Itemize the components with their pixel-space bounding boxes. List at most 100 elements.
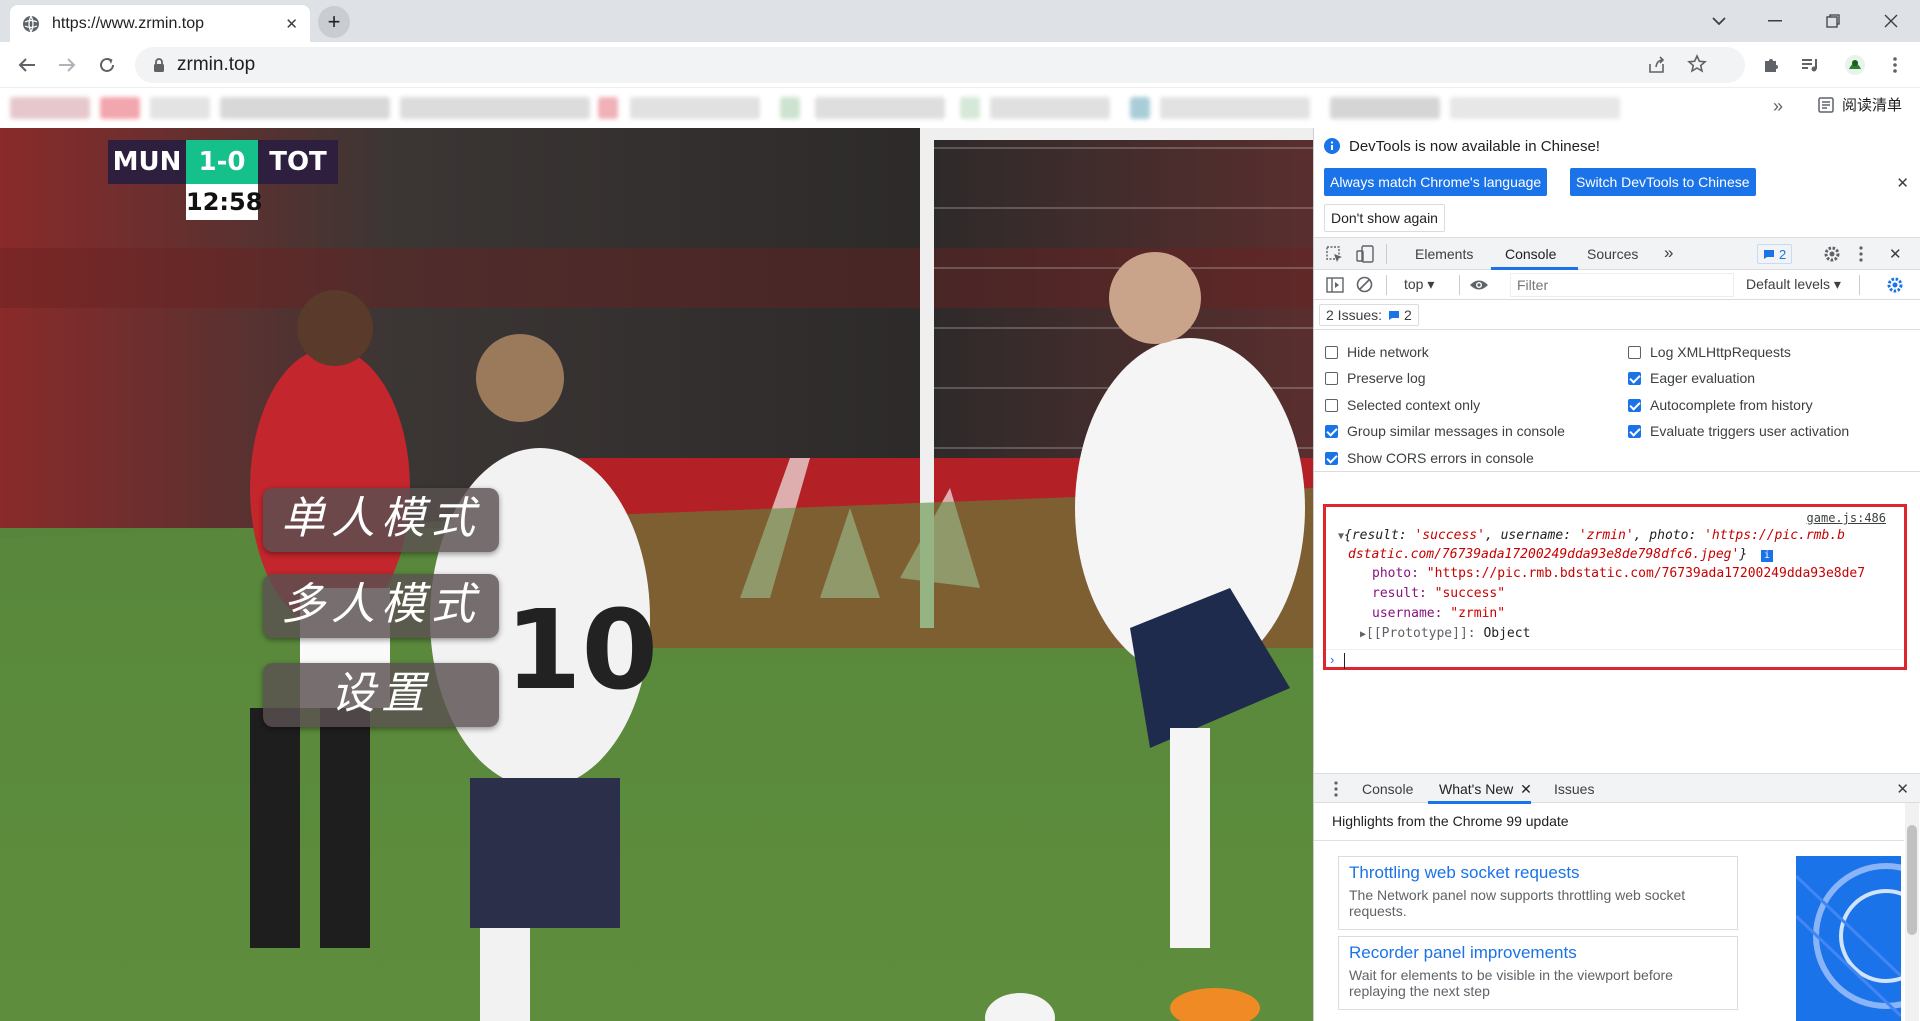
card-title[interactable]: Recorder panel improvements — [1349, 943, 1727, 963]
evaluate-triggers-checkbox[interactable]: Evaluate triggers user activation — [1628, 423, 1849, 439]
checkbox-box[interactable] — [1628, 345, 1641, 359]
card-title[interactable]: Throttling web socket requests — [1349, 863, 1727, 883]
close-window-icon[interactable] — [1874, 6, 1908, 36]
log-xhr-checkbox[interactable]: Log XMLHttpRequests — [1628, 344, 1791, 360]
single-player-button[interactable]: 单人模式 — [263, 488, 499, 552]
live-expression-eye-icon[interactable] — [1469, 278, 1489, 292]
browser-tab[interactable]: https://www.zrmin.top ✕ — [10, 5, 310, 42]
bookmark-item[interactable] — [1160, 97, 1310, 119]
more-tabs-button[interactable]: » — [1664, 243, 1673, 263]
always-match-language-button[interactable]: Always match Chrome's language — [1324, 168, 1548, 196]
switch-to-chinese-button[interactable]: Switch DevTools to Chinese — [1570, 168, 1756, 196]
clear-console-icon[interactable] — [1356, 276, 1373, 293]
tab-elements[interactable]: Elements — [1415, 246, 1473, 262]
eager-evaluation-checkbox[interactable]: Eager evaluation — [1628, 370, 1755, 386]
tab-console[interactable]: Console — [1505, 246, 1556, 262]
bookmark-item[interactable] — [10, 97, 90, 119]
close-drawer-icon[interactable]: ✕ — [1896, 780, 1909, 798]
media-control-icon[interactable] — [1796, 50, 1826, 80]
inspect-element-icon[interactable] — [1326, 246, 1344, 264]
hide-network-checkbox[interactable]: Hide network — [1325, 344, 1429, 360]
extensions-puzzle-icon[interactable] — [1756, 50, 1786, 80]
console-input-caret[interactable] — [1344, 653, 1345, 669]
close-tab-icon[interactable]: ✕ — [285, 15, 298, 33]
share-icon[interactable] — [1647, 55, 1667, 75]
scrollbar[interactable] — [1905, 803, 1919, 1021]
reload-icon[interactable] — [92, 50, 122, 80]
console-filter-input[interactable] — [1510, 273, 1734, 297]
bookmark-item[interactable] — [1130, 97, 1150, 119]
console-settings-gear-icon[interactable] — [1886, 276, 1904, 294]
log-levels-dropdown[interactable]: Default levels ▾ — [1746, 276, 1841, 293]
show-cors-checkbox[interactable]: Show CORS errors in console — [1325, 450, 1534, 466]
bookmark-item[interactable] — [960, 97, 980, 119]
settings-button[interactable]: 设置 — [263, 663, 499, 727]
feature-card-web-socket-throttling[interactable]: Throttling web socket requests The Netwo… — [1338, 856, 1738, 930]
checkbox-box[interactable] — [1325, 451, 1338, 465]
multiplayer-button[interactable]: 多人模式 — [263, 574, 499, 638]
minimize-icon[interactable] — [1758, 6, 1792, 36]
context-selector[interactable]: top ▾ — [1404, 276, 1434, 293]
issues-link[interactable]: 2 Issues: 2 — [1319, 304, 1419, 326]
source-link[interactable]: game.js:486 — [1807, 511, 1886, 525]
divider — [1386, 275, 1387, 295]
checkbox-box[interactable] — [1628, 371, 1641, 385]
drawer-tab-whats-new[interactable]: What's New ✕ — [1439, 781, 1532, 798]
sidebar-toggle-icon[interactable] — [1326, 277, 1344, 293]
tab-search-icon[interactable] — [1702, 6, 1736, 36]
checkbox-box[interactable] — [1628, 424, 1641, 438]
close-devtools-icon[interactable]: ✕ — [1889, 245, 1902, 263]
preserve-log-checkbox[interactable]: Preserve log — [1325, 370, 1426, 386]
checkbox-box[interactable] — [1325, 345, 1338, 359]
close-banner-icon[interactable]: ✕ — [1896, 174, 1909, 192]
selected-context-checkbox[interactable]: Selected context only — [1325, 397, 1480, 413]
issues-badge[interactable]: 2 — [1757, 244, 1793, 264]
bookmark-item[interactable] — [990, 97, 1110, 119]
tab-sources[interactable]: Sources — [1587, 246, 1638, 262]
checkbox-box[interactable] — [1325, 371, 1338, 385]
football-background-image: 10 — [0, 128, 1313, 1021]
autocomplete-history-checkbox[interactable]: Autocomplete from history — [1628, 397, 1813, 413]
back-arrow-icon[interactable] — [12, 50, 42, 80]
bookmark-item[interactable] — [780, 97, 800, 119]
url-text[interactable]: zrmin.top — [177, 54, 255, 76]
bookmark-item[interactable] — [100, 97, 140, 119]
log-object-summary[interactable]: ▼{result: 'success', username: 'zrmin', … — [1338, 527, 1898, 564]
address-bar[interactable]: zrmin.top — [135, 47, 1745, 83]
reading-list-button[interactable]: 阅读清单 — [1818, 94, 1902, 115]
dont-show-again-button[interactable]: Don't show again — [1324, 204, 1445, 232]
bookmark-item[interactable] — [815, 97, 945, 119]
lock-icon[interactable] — [153, 57, 165, 73]
feature-card-recorder-panel[interactable]: Recorder panel improvements Wait for ele… — [1338, 936, 1738, 1010]
settings-gear-icon[interactable] — [1823, 245, 1841, 263]
checkbox-box[interactable] — [1325, 398, 1338, 412]
bookmark-item[interactable] — [150, 97, 210, 119]
bookmark-item[interactable] — [1330, 97, 1440, 119]
forward-arrow-icon[interactable] — [52, 50, 82, 80]
match-clock: 12:58 — [186, 184, 262, 220]
device-toolbar-icon[interactable] — [1356, 245, 1374, 263]
issues-badge-count: 2 — [1779, 246, 1787, 262]
drawer-menu-icon[interactable] — [1334, 781, 1338, 797]
profile-avatar[interactable] — [1840, 50, 1870, 80]
log-username-property: username: "zrmin" — [1372, 606, 1506, 621]
new-tab-button[interactable]: + — [318, 6, 350, 38]
customize-menu-icon[interactable] — [1859, 246, 1863, 262]
close-whats-new-icon[interactable]: ✕ — [1520, 781, 1532, 797]
checkbox-box[interactable] — [1628, 398, 1641, 412]
bookmark-item[interactable] — [220, 97, 390, 119]
bookmark-item[interactable] — [598, 97, 618, 119]
bookmark-star-icon[interactable] — [1687, 54, 1707, 74]
checkbox-box[interactable] — [1325, 424, 1338, 438]
group-similar-checkbox[interactable]: Group similar messages in console — [1325, 423, 1565, 439]
log-prototype-property[interactable]: ▶[[Prototype]]: Object — [1360, 626, 1530, 641]
drawer-tab-issues[interactable]: Issues — [1554, 781, 1594, 797]
restore-icon[interactable] — [1816, 6, 1850, 36]
bookmark-item[interactable] — [630, 97, 760, 119]
drawer-tab-console[interactable]: Console — [1362, 781, 1413, 797]
chrome-menu-icon[interactable] — [1880, 50, 1910, 80]
scrollbar-thumb[interactable] — [1907, 825, 1917, 935]
bookmark-item[interactable] — [400, 97, 590, 119]
bookmarks-overflow-button[interactable]: » — [1773, 96, 1783, 117]
bookmark-item[interactable] — [1450, 97, 1620, 119]
